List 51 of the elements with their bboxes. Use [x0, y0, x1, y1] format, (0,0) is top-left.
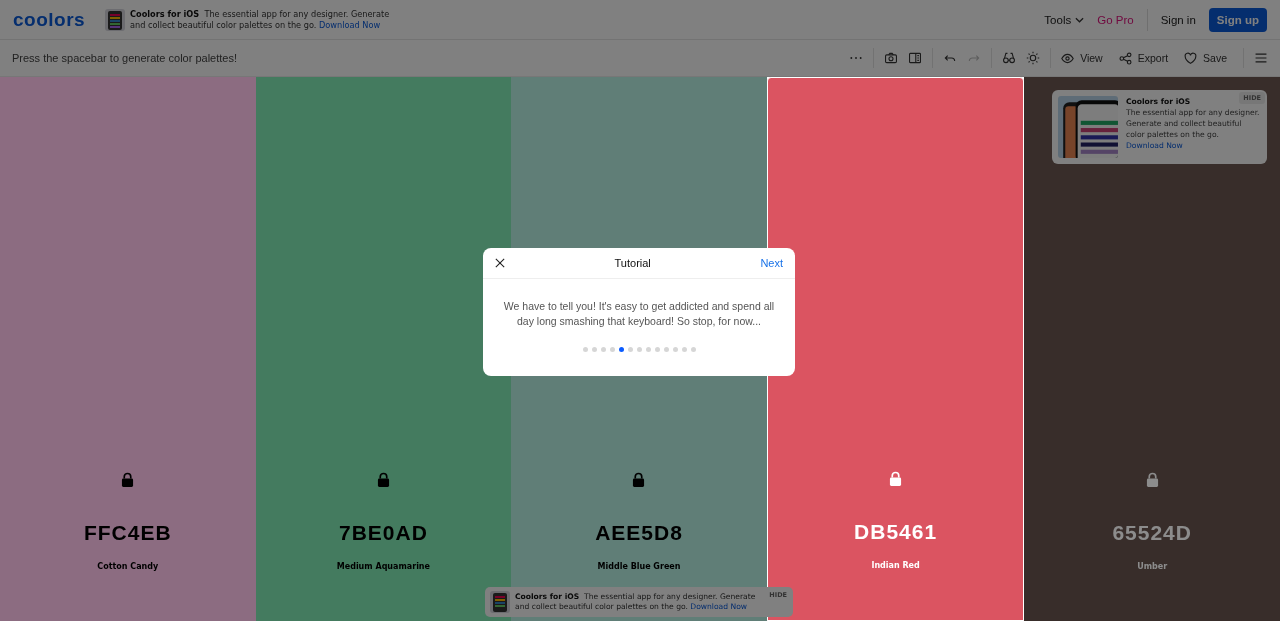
step-dot[interactable] — [582, 347, 588, 352]
step-dot[interactable] — [627, 347, 633, 352]
step-dot[interactable] — [600, 347, 606, 352]
ad-text: Coolors for iOS The essential app for any designer. Generate and collect beautiful color palettes on the go. Download Now — [130, 9, 391, 30]
hint-text: Press the spacebar to generate color palettes! — [12, 52, 238, 64]
menu-icon[interactable] — [1254, 51, 1268, 65]
lock-icon[interactable] — [376, 472, 390, 487]
glasses-icon[interactable] — [1002, 51, 1017, 65]
hex-code[interactable]: 65524D — [1112, 521, 1192, 545]
step-dot[interactable] — [591, 347, 597, 352]
panel-icon[interactable] — [908, 51, 923, 65]
export-button[interactable]: Export — [1118, 51, 1169, 65]
download-link[interactable]: Download Now — [319, 19, 381, 30]
step-dot[interactable] — [690, 347, 696, 352]
step-dot[interactable] — [609, 347, 615, 352]
tools-menu[interactable]: Tools — [1044, 13, 1085, 26]
color-swatch[interactable]: FFC4EB Cotton Candy — [0, 77, 256, 621]
hex-code[interactable]: 7BE0AD — [338, 521, 428, 545]
share-icon — [1118, 51, 1132, 65]
camera-icon[interactable] — [884, 51, 899, 65]
color-name: Medium Aquamarine — [336, 562, 430, 571]
step-dot[interactable] — [672, 347, 678, 352]
step-dot[interactable] — [681, 347, 687, 352]
step-dot[interactable] — [636, 347, 642, 352]
color-name: Indian Red — [871, 561, 920, 570]
sun-icon[interactable] — [1026, 51, 1041, 65]
dialog-title: Tutorial — [614, 257, 651, 269]
eye-icon — [1061, 51, 1075, 65]
hex-code[interactable]: AEE5D8 — [595, 521, 683, 545]
lock-icon[interactable] — [889, 471, 903, 486]
lock-icon[interactable] — [632, 472, 646, 487]
go-pro-link[interactable]: Go Pro — [1097, 13, 1134, 26]
sign-up-button[interactable]: Sign up — [1208, 7, 1267, 32]
step-dot[interactable] — [663, 347, 669, 352]
chevron-down-icon — [1075, 16, 1085, 23]
color-name: Umber — [1137, 562, 1168, 571]
sign-in-link[interactable]: Sign in — [1160, 13, 1196, 26]
color-name: Middle Blue Green — [597, 562, 681, 571]
color-name: Cotton Candy — [97, 562, 159, 571]
hex-code[interactable]: DB5461 — [854, 520, 938, 544]
logo[interactable]: coolors — [13, 8, 105, 31]
lock-icon[interactable] — [1145, 472, 1159, 487]
step-dot[interactable] — [654, 347, 660, 352]
hex-code[interactable]: FFC4EB — [83, 521, 172, 545]
view-button[interactable]: View — [1061, 51, 1103, 65]
heart-icon — [1184, 51, 1198, 65]
step-dot[interactable] — [618, 347, 624, 352]
save-button[interactable]: Save — [1184, 51, 1227, 65]
lock-icon[interactable] — [121, 472, 135, 487]
step-dot[interactable] — [645, 347, 651, 352]
close-icon[interactable] — [495, 258, 505, 268]
